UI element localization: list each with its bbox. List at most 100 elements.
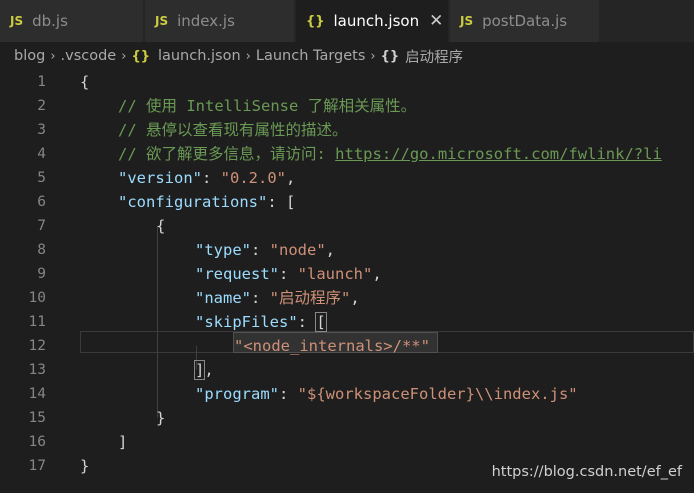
line-number: 16: [28, 434, 46, 450]
line-number: 1: [37, 74, 46, 90]
code-text: "type": "node",: [195, 238, 335, 262]
json-key: "skipFiles": [195, 313, 298, 331]
code-line: 8 "type": "node",: [0, 238, 694, 262]
tab-postdata-js[interactable]: JS postData.js: [450, 0, 600, 42]
code-text: {: [80, 73, 90, 91]
json-file-icon: {}: [131, 48, 150, 64]
comment-link[interactable]: https://go.microsoft.com/fwlink/?li: [335, 145, 662, 163]
code-text: "request": "launch",: [195, 262, 382, 286]
code-line: 12 "<node_internals>/**": [0, 334, 694, 358]
code-editor[interactable]: 1 { 2 // 使用 IntelliSense 了解相关属性。 3 // 悬停…: [0, 70, 694, 493]
breadcrumb-item-config-name[interactable]: 启动程序: [405, 46, 463, 67]
tab-label: launch.json: [333, 12, 420, 30]
json-file-icon: {}: [306, 13, 325, 29]
code-text: {: [156, 217, 166, 235]
code-line: 5 "version": "0.2.0",: [0, 166, 694, 190]
line-number: 3: [37, 122, 46, 138]
code-line: 9 "request": "launch",: [0, 262, 694, 286]
json-bracket: [: [285, 193, 296, 211]
json-string: "launch": [297, 265, 373, 283]
json-colon: :: [267, 193, 286, 211]
close-icon[interactable]: ✕: [429, 11, 443, 31]
json-string: "0.2.0": [220, 169, 286, 187]
chevron-right-icon: ›: [50, 48, 56, 64]
code-line: 2 // 使用 IntelliSense 了解相关属性。: [0, 94, 694, 118]
tab-bar: JS db.js JS index.js {} launch.json ✕ JS…: [0, 0, 694, 42]
code-line: 15 }: [0, 406, 694, 430]
code-line: 14 "program": "${workspaceFolder}\\index…: [0, 382, 694, 406]
code-text: }: [156, 409, 166, 427]
tab-label: postData.js: [482, 12, 568, 30]
js-file-icon: JS: [155, 14, 169, 28]
code-line: 13 ],: [0, 358, 694, 382]
chevron-right-icon: ›: [370, 48, 376, 64]
breadcrumb-item-blog[interactable]: blog: [14, 48, 45, 64]
line-number: 12: [28, 338, 46, 354]
code-line: 11 "skipFiles": [: [0, 310, 694, 334]
code-text: ]: [118, 433, 128, 451]
breadcrumb-item-vscode[interactable]: .vscode: [61, 48, 117, 64]
line-number: 11: [28, 314, 46, 330]
json-comma: ,: [325, 241, 336, 259]
code-text: ],: [193, 358, 214, 382]
json-key: "request": [195, 265, 279, 283]
json-string: "启动程序": [269, 289, 351, 307]
line-number: 14: [28, 386, 46, 402]
line-number: 9: [37, 266, 46, 282]
code-comment: // 欲了解更多信息，请访问: https://go.microsoft.com…: [118, 142, 662, 166]
line-number: 5: [37, 170, 46, 186]
chevron-right-icon: ›: [121, 48, 127, 64]
object-symbol-icon: {}: [380, 48, 400, 64]
line-number: 6: [37, 194, 46, 210]
json-string: "<node_internals>/**": [234, 337, 430, 355]
tab-label: db.js: [32, 12, 68, 30]
json-key: "program": [195, 385, 279, 403]
line-number: 10: [28, 290, 46, 306]
tab-index-js[interactable]: JS index.js: [145, 0, 295, 42]
code-text: "version": "0.2.0",: [118, 166, 295, 190]
breadcrumb-item-launch-json[interactable]: launch.json: [158, 48, 241, 64]
code-text: "configurations": [: [118, 190, 295, 214]
json-colon: :: [251, 289, 270, 307]
watermark: https://blog.csdn.net/ef_ef: [491, 464, 682, 480]
code-comment: // 使用 IntelliSense 了解相关属性。: [118, 97, 417, 115]
line-number: 8: [37, 242, 46, 258]
tab-db-js[interactable]: JS db.js: [0, 0, 144, 42]
line-number: 15: [28, 410, 46, 426]
json-string: "${workspaceFolder}\\index.js": [297, 385, 578, 403]
line-number: 7: [37, 218, 46, 234]
code-text: }: [80, 457, 90, 475]
json-comma: ,: [350, 289, 360, 307]
line-number: 17: [28, 458, 46, 474]
code-comment: // 悬停以查看现有属性的描述。: [118, 121, 348, 139]
json-colon: :: [279, 385, 298, 403]
json-comma: ,: [372, 265, 382, 283]
json-key: "name": [195, 289, 251, 307]
chevron-right-icon: ›: [245, 48, 251, 64]
json-colon: :: [251, 241, 270, 259]
code-line: 7 {: [0, 214, 694, 238]
json-key: "configurations": [118, 193, 268, 211]
code-line: 4 // 欲了解更多信息，请访问: https://go.microsoft.c…: [0, 142, 694, 166]
tab-launch-json[interactable]: {} launch.json ✕: [296, 0, 449, 42]
json-comma: ,: [204, 361, 214, 379]
code-line: 16 ]: [0, 430, 694, 454]
line-number: 13: [28, 362, 46, 378]
json-colon: :: [297, 313, 317, 331]
code-text: "skipFiles": [: [195, 310, 327, 334]
code-text: "program": "${workspaceFolder}\\index.js…: [195, 382, 578, 406]
code-line: 6 "configurations": [: [0, 190, 694, 214]
js-file-icon: JS: [10, 14, 24, 28]
json-colon: :: [279, 265, 298, 283]
breadcrumb: blog › .vscode › {} launch.json › Launch…: [14, 44, 463, 68]
code-line: 3 // 悬停以查看现有属性的描述。: [0, 118, 694, 142]
json-colon: :: [202, 169, 221, 187]
json-key: "type": [195, 241, 251, 259]
code-line: 10 "name": "启动程序",: [0, 286, 694, 310]
line-number: 2: [37, 98, 46, 114]
code-text: "name": "启动程序",: [195, 286, 360, 310]
comment-text: // 欲了解更多信息，请访问:: [118, 145, 336, 163]
tab-label: index.js: [177, 12, 235, 30]
line-number: 4: [37, 146, 46, 162]
breadcrumb-item-launch-targets[interactable]: Launch Targets: [256, 48, 366, 64]
